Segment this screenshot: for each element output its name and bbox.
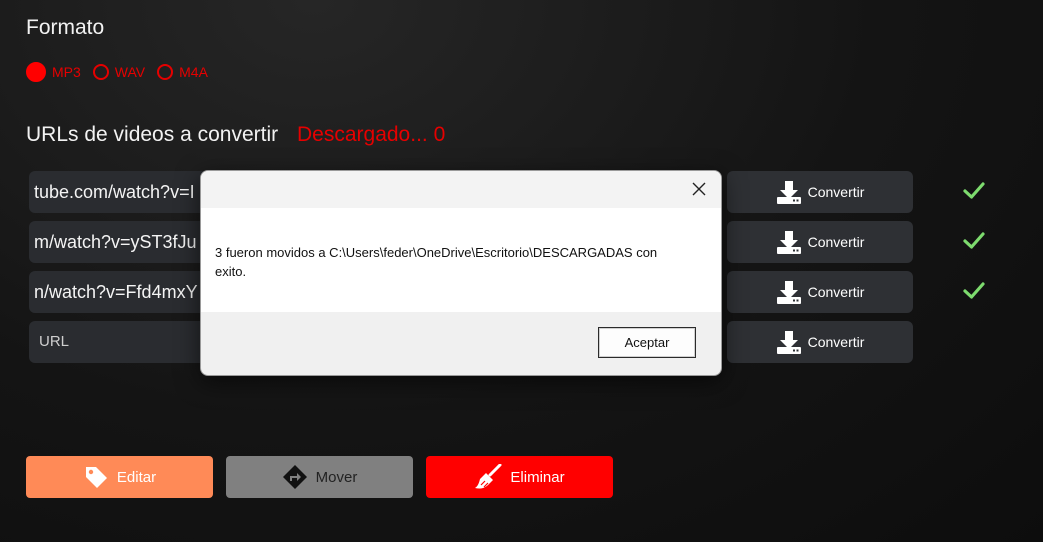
convert-button-label: Convertir bbox=[807, 334, 865, 350]
check-icon bbox=[963, 182, 985, 199]
url-input-4[interactable]: URL bbox=[29, 321, 215, 363]
check-icon bbox=[963, 232, 985, 249]
download-icon bbox=[776, 181, 801, 204]
download-icon bbox=[776, 331, 801, 354]
convert-button-label: Convertir bbox=[807, 234, 865, 250]
radio-wav[interactable]: WAV bbox=[92, 64, 146, 80]
radio-mp3[interactable]: MP3 bbox=[26, 62, 81, 82]
radio-m4a-label: M4A bbox=[179, 64, 208, 80]
dialog-message: 3 fueron movidos a C:\Users\feder\OneDri… bbox=[215, 245, 658, 279]
directions-icon bbox=[282, 465, 307, 489]
urls-title: URLs de videos a convertir bbox=[26, 123, 279, 146]
url-input-1[interactable]: tube.com/watch?v=I bbox=[29, 171, 215, 213]
download-icon bbox=[776, 281, 801, 304]
edit-button[interactable]: Editar bbox=[26, 456, 213, 498]
convert-button-label: Convertir bbox=[807, 284, 865, 300]
radio-mp3-indicator bbox=[26, 62, 46, 82]
url-input-2[interactable]: m/watch?v=yST3fJu bbox=[29, 221, 215, 263]
format-title: Formato bbox=[26, 16, 105, 39]
message-dialog: 3 fueron movidos a C:\Users\feder\OneDri… bbox=[200, 170, 722, 376]
download-icon bbox=[776, 231, 801, 254]
broom-icon bbox=[475, 464, 502, 489]
convert-button-1[interactable]: Convertir bbox=[727, 171, 913, 213]
convert-button-3[interactable]: Convertir bbox=[727, 271, 913, 313]
format-radio-group: MP3 WAV M4A bbox=[26, 62, 220, 82]
check-icon bbox=[963, 282, 985, 299]
radio-m4a[interactable]: M4A bbox=[157, 64, 208, 80]
convert-button-label: Convertir bbox=[807, 184, 865, 200]
dialog-titlebar bbox=[201, 171, 721, 208]
url-input-3[interactable]: n/watch?v=Ffd4mxY bbox=[29, 271, 215, 313]
dialog-body: 3 fueron movidos a C:\Users\feder\OneDri… bbox=[201, 208, 721, 312]
convert-button-2[interactable]: Convertir bbox=[727, 221, 913, 263]
radio-wav-indicator bbox=[92, 64, 109, 80]
tag-icon bbox=[85, 467, 107, 488]
radio-m4a-indicator bbox=[157, 64, 174, 80]
delete-button-label: Eliminar bbox=[510, 468, 565, 486]
download-status: Descargado... 0 bbox=[297, 123, 446, 146]
move-button[interactable]: Mover bbox=[226, 456, 413, 498]
move-button-label: Mover bbox=[315, 468, 358, 486]
convert-button-4[interactable]: Convertir bbox=[727, 321, 913, 363]
radio-wav-label: WAV bbox=[114, 64, 146, 80]
accept-button[interactable]: Aceptar bbox=[598, 327, 696, 358]
close-icon[interactable] bbox=[689, 179, 709, 199]
edit-button-label: Editar bbox=[116, 468, 157, 486]
delete-button[interactable]: Eliminar bbox=[426, 456, 613, 498]
radio-mp3-label: MP3 bbox=[52, 64, 81, 80]
